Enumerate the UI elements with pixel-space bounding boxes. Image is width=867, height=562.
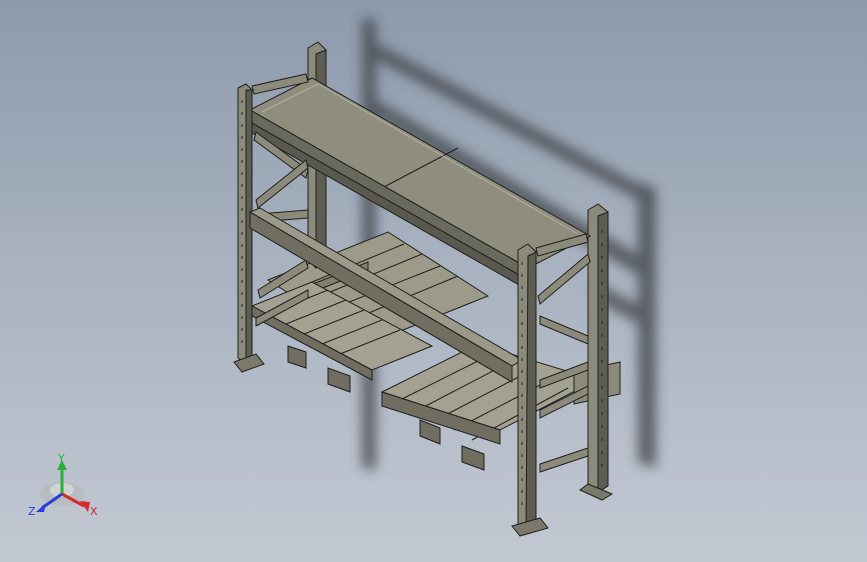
graphics-viewport[interactable]: Y X Z	[0, 0, 867, 562]
triad-y-label: Y	[57, 452, 65, 465]
triad-x-label: X	[90, 505, 98, 518]
rack-model[interactable]: Y X Z	[0, 0, 867, 562]
view-orientation-triad[interactable]: Y X Z	[28, 452, 98, 518]
triad-z-label: Z	[28, 505, 36, 518]
right-frame-bracing[interactable]	[535, 233, 591, 473]
